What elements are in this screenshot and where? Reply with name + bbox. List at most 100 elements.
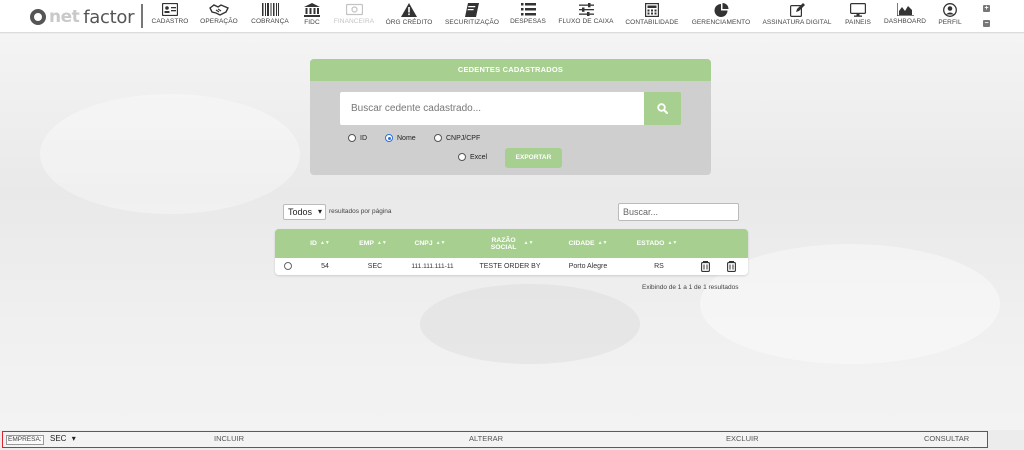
logo-circle-icon [30, 9, 46, 25]
excel-option[interactable]: Excel [458, 153, 487, 161]
nav-fluxo-de-caixa[interactable]: FLUXO DE CAIXA [558, 3, 614, 30]
nav-label: FIDC [304, 19, 320, 26]
nav-perfil[interactable]: PERFIL [937, 3, 963, 30]
action-footer-bar: EMPRESA: SEC ▾ INCLUIR ALTERAR EXCLUIR C… [2, 431, 988, 448]
row-select-radio[interactable] [284, 262, 292, 270]
column-header-cnpj[interactable]: CNPJ ▲▼ [405, 229, 455, 258]
list-icon [520, 3, 536, 16]
chevron-down-icon: ▾ [71, 434, 76, 443]
sort-icon: ▲▼ [597, 240, 608, 246]
logo-text-factor: factor [83, 6, 135, 28]
alterar-button[interactable]: ALTERAR [469, 432, 503, 446]
per-page-value: Todos [288, 207, 313, 217]
handshake-icon [209, 4, 229, 16]
nav-cadastro[interactable]: CADASTRO [152, 3, 188, 30]
nav-label: PAINEIS [845, 19, 871, 26]
nav-paineis[interactable]: PAINEIS [843, 3, 873, 30]
cedente-search-input[interactable]: Buscar cedente cadastrado... [340, 92, 645, 125]
nav-label: COBRANÇA [251, 18, 289, 25]
search-button[interactable] [644, 92, 681, 125]
nav-label: OPERAÇÃO [200, 18, 238, 25]
cedentes-search-panel: CEDENTES CADASTRADOS Buscar cedente cada… [310, 59, 711, 175]
expand-icon[interactable]: + [983, 5, 990, 12]
nav-cobranca[interactable]: COBRANÇA [251, 3, 289, 30]
radio-label: Nome [397, 134, 416, 142]
nav-label: ÓRG CRÉDITO [385, 19, 433, 26]
panel-title: CEDENTES CADASTRADOS [310, 59, 711, 81]
excluir-button[interactable]: EXCLUIR [726, 432, 759, 446]
logo-text-net: net [49, 7, 80, 27]
radio-button[interactable] [348, 134, 356, 142]
nav-label: GERENCIAMENTO [691, 19, 751, 26]
nav-label: SECURITIZAÇÃO [444, 19, 500, 26]
delete-icon[interactable] [727, 261, 736, 272]
pie-chart-icon [714, 3, 728, 17]
cell-id: 54 [321, 263, 329, 270]
book-icon [465, 3, 479, 17]
radio-cnpj-cpf[interactable]: CNPJ/CPF [434, 134, 480, 142]
column-header-emp[interactable]: EMP ▲▼ [353, 229, 393, 258]
export-button[interactable]: EXPORTAR [505, 148, 562, 168]
area-chart-icon [896, 3, 914, 16]
per-page-label: resultados por página [329, 208, 392, 215]
radio-button[interactable] [385, 134, 393, 142]
money-icon [345, 3, 363, 16]
column-label: EMP [359, 240, 374, 247]
radio-id[interactable]: ID [348, 134, 367, 142]
sliders-icon [578, 3, 594, 16]
nav-label: DASHBOARD [883, 18, 927, 25]
incluir-button[interactable]: INCLUIR [214, 432, 244, 446]
empresa-select[interactable]: SEC ▾ [50, 433, 84, 445]
cell-emp: SEC [367, 263, 383, 270]
table-search-input[interactable]: Buscar... [618, 203, 739, 221]
empresa-label: EMPRESA: [6, 435, 44, 445]
nav-operacao[interactable]: OPERAÇÃO [200, 3, 238, 30]
netfactor-logo[interactable]: net factor [30, 4, 135, 30]
table-row[interactable]: 54 SEC 111.111.111-11 TESTE ORDER BY Por… [275, 258, 748, 275]
column-label: CNPJ [414, 240, 433, 247]
column-label: CIDADE [568, 240, 595, 247]
column-label: ESTADO [636, 240, 665, 247]
column-header-estado[interactable]: ESTADO ▲▼ [627, 229, 687, 258]
id-card-icon [162, 3, 178, 16]
radio-nome[interactable]: Nome [385, 134, 416, 142]
warning-icon [401, 3, 417, 17]
column-header-id[interactable]: ID ▲▼ [305, 229, 335, 258]
sort-icon: ▲▼ [376, 240, 387, 246]
consultar-button[interactable]: CONSULTAR [924, 432, 969, 446]
sort-icon: ▲▼ [435, 240, 446, 246]
search-icon [657, 103, 668, 114]
nav-assinatura-digital[interactable]: ASSINATURA DIGITAL [762, 3, 832, 30]
radio-button[interactable] [458, 153, 466, 161]
nav-dashboard[interactable]: DASHBOARD [882, 3, 928, 30]
radio-label: Excel [470, 153, 488, 161]
per-page-select[interactable]: Todos ▾ [283, 204, 326, 220]
nav-org-credito[interactable]: ÓRG CRÉDITO [386, 3, 432, 30]
collapse-icon[interactable]: − [983, 20, 990, 27]
nav-gerenciamento[interactable]: GERENCIAMENTO [691, 3, 751, 30]
delete-icon[interactable] [701, 261, 710, 272]
nav-despesas[interactable]: DESPESAS [509, 3, 547, 30]
chevron-down-icon: ▾ [317, 207, 322, 216]
cell-cidade: Porto Alegre [568, 263, 608, 270]
background-decoration [40, 94, 300, 214]
cedentes-table: ID ▲▼ EMP ▲▼ CNPJ ▲▼ RAZÃO SOCIAL ▲▼ CIDADE ▲… [275, 229, 748, 275]
barcode-icon [261, 3, 279, 16]
monitor-icon [850, 3, 866, 17]
nav-financeira: FINANCEIRA [333, 3, 375, 30]
column-header-razao-social[interactable]: RAZÃO SOCIAL ▲▼ [475, 229, 545, 258]
logo-divider [141, 4, 143, 28]
nav-label: DESPESAS [510, 18, 546, 25]
cell-estado: RS [654, 263, 664, 270]
nav-securitizacao[interactable]: SECURITIZAÇÃO [444, 3, 500, 30]
column-header-cidade[interactable]: CIDADE ▲▼ [558, 229, 618, 258]
nav-label: CADASTRO [151, 18, 189, 25]
empresa-value: SEC [50, 434, 67, 443]
nav-contabilidade[interactable]: CONTABILIDADE [624, 3, 680, 30]
sort-icon: ▲▼ [667, 240, 678, 246]
calculator-icon [645, 3, 659, 17]
nav-fidc[interactable]: FIDC [302, 3, 322, 30]
sort-icon: ▲▼ [319, 240, 330, 246]
radio-button[interactable] [434, 134, 442, 142]
top-navbar: net factor CADASTRO OPERAÇÃO COBRANÇA FI… [0, 0, 1024, 33]
